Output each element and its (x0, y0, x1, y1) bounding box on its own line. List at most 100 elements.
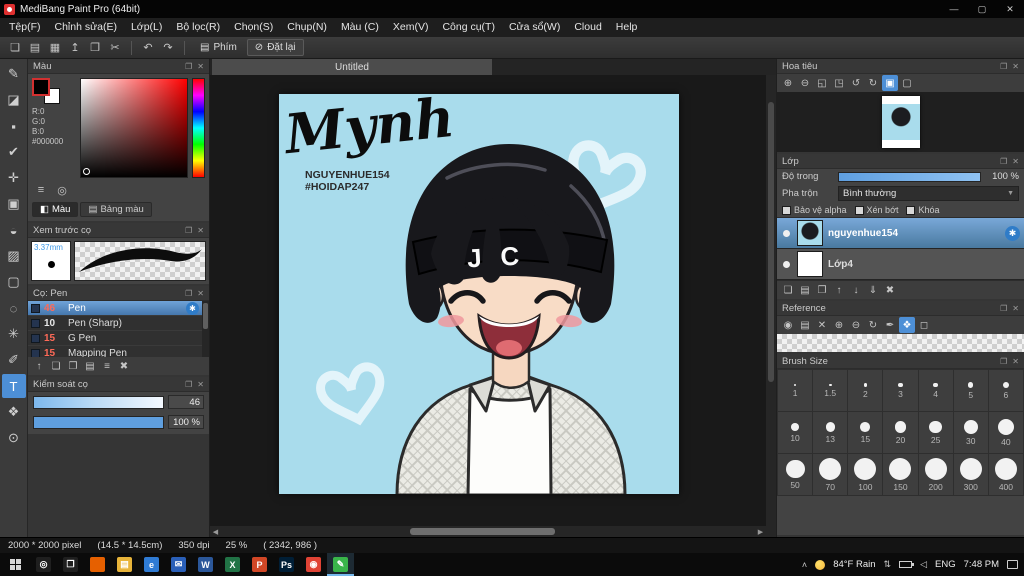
add-brush-icon[interactable]: ❏ (48, 358, 64, 374)
brush-tool[interactable]: ✎ (2, 62, 26, 86)
panel-close-icon[interactable]: ✕ (197, 226, 204, 235)
hscroll-thumb[interactable] (410, 528, 555, 535)
brush-item-pen-sharp-[interactable]: 10 Pen (Sharp) (28, 316, 202, 331)
nav-thumbnail-button[interactable]: ▣ (882, 75, 898, 91)
close-button[interactable]: ✕ (996, 0, 1024, 18)
pen-tool[interactable]: ✐ (2, 348, 26, 372)
brush-folder-icon[interactable]: ▤ (82, 358, 98, 374)
maximize-button[interactable]: ▢ (968, 0, 996, 18)
new-file-icon[interactable]: ❏ (6, 39, 24, 57)
layer-opacity-slider[interactable] (838, 171, 981, 182)
clipping-checkbox[interactable]: Xén bớt (854, 205, 898, 215)
brush-menu-icon[interactable]: ≡ (99, 358, 115, 374)
color-sliders-icon[interactable]: ≡ (32, 181, 50, 199)
add-layer-icon[interactable]: ❏ (780, 282, 796, 298)
cut-icon[interactable]: ✂ (106, 39, 124, 57)
brush-size-30[interactable]: 30 (953, 412, 988, 453)
app-word[interactable]: W (192, 553, 219, 576)
panel-popout-icon[interactable]: ❐ (185, 226, 192, 235)
app-firefox[interactable] (84, 553, 111, 576)
ref-hand-icon[interactable]: ❖ (899, 317, 915, 333)
rotate-left-icon[interactable]: ↺ (848, 75, 864, 91)
saturation-value-picker[interactable] (80, 78, 188, 178)
app-chrome[interactable]: ◉ (300, 553, 327, 576)
canvas-artboard[interactable]: Mynh NGUYENHUE154 #HOIDAP247 (279, 94, 679, 494)
app-photoshop[interactable]: Ps (273, 553, 300, 576)
menu-cloud[interactable]: Cloud (567, 18, 608, 37)
brush-opacity-value[interactable]: 100 % (168, 415, 204, 429)
clear-reference-icon[interactable]: ✕ (814, 317, 830, 333)
export-icon[interactable]: ↥ (66, 39, 84, 57)
rotate-right-icon[interactable]: ↻ (865, 75, 881, 91)
scroll-right-icon[interactable]: ▶ (755, 526, 766, 537)
menu-filter[interactable]: Bộ lọc(R) (169, 18, 227, 37)
foreground-color-swatch[interactable] (32, 78, 50, 96)
move-tool[interactable]: ✛ (2, 166, 26, 190)
merge-layer-icon[interactable]: ⇓ (865, 282, 881, 298)
layer-settings-icon[interactable]: ✱ (1005, 225, 1020, 241)
panel-close-icon[interactable]: ✕ (1012, 157, 1019, 166)
canvas-vscrollbar[interactable] (766, 75, 776, 526)
panel-popout-icon[interactable]: ❐ (1000, 357, 1007, 366)
duplicate-brush-icon[interactable]: ❐ (65, 358, 81, 374)
brush-up-icon[interactable]: ↑ (31, 358, 47, 374)
lock-checkbox[interactable]: Khóa (906, 205, 940, 215)
document-tab[interactable]: Untitled (212, 59, 492, 75)
gradient-tool[interactable]: ▨ (2, 244, 26, 268)
app-cortana[interactable]: ◎ (30, 553, 57, 576)
tab-color[interactable]: ◧ Màu (32, 202, 79, 217)
start-button[interactable] (0, 553, 30, 576)
zoom-fit-icon[interactable]: ◱ (814, 75, 830, 91)
tab-palette[interactable]: ▤ Bảng màu (80, 202, 152, 217)
zoom-in-icon[interactable]: ⊕ (780, 75, 796, 91)
brush-size-10[interactable]: 10 (778, 412, 813, 453)
layer-up-icon[interactable]: ↑ (831, 282, 847, 298)
brush-settings-icon[interactable]: ✱ (186, 301, 199, 315)
brush-size-50[interactable]: 50 (778, 454, 813, 495)
navigator-preview[interactable] (777, 92, 1024, 152)
panel-popout-icon[interactable]: ❐ (1000, 62, 1007, 71)
notification-icon[interactable] (1007, 560, 1018, 569)
brush-list-scrollbar[interactable] (202, 301, 209, 357)
weather-text[interactable]: 84°F Rain (833, 559, 875, 570)
hand-tool[interactable]: ❖ (2, 400, 26, 424)
dot-pen-tool[interactable]: ▪ (2, 114, 26, 138)
panel-close-icon[interactable]: ✕ (197, 62, 204, 71)
menu-snap[interactable]: Chụp(N) (280, 18, 334, 37)
minimize-button[interactable]: — (940, 0, 968, 18)
color-wheel-icon[interactable]: ◎ (53, 181, 71, 199)
language-indicator[interactable]: ENG (935, 559, 956, 570)
menu-color[interactable]: Màu (C) (334, 18, 386, 37)
brush-size-25[interactable]: 25 (918, 412, 953, 453)
brush-size-13[interactable]: 13 (813, 412, 848, 453)
layer-visibility-icon[interactable] (783, 260, 790, 268)
magic-wand-tool[interactable]: ✳ (2, 322, 26, 346)
app-excel[interactable]: X (219, 553, 246, 576)
panel-close-icon[interactable]: ✕ (1012, 304, 1019, 313)
undo-icon[interactable]: ↶ (139, 39, 157, 57)
bucket-tool[interactable]: ◒ (2, 218, 26, 242)
text-tool[interactable]: T (1, 374, 26, 398)
eraser-tool[interactable]: ◪ (2, 88, 26, 112)
menu-select[interactable]: Chọn(S) (227, 18, 280, 37)
menu-tools[interactable]: Công cụ(T) (435, 18, 502, 37)
layer-down-icon[interactable]: ↓ (848, 282, 864, 298)
select-rect-tool[interactable]: ▢ (2, 270, 26, 294)
select-pen-tool[interactable]: ✔ (2, 140, 26, 164)
panel-popout-icon[interactable]: ❐ (1000, 304, 1007, 313)
brush-size-300[interactable]: 300 (953, 454, 988, 495)
panel-close-icon[interactable]: ✕ (1012, 62, 1019, 71)
brush-size-slider[interactable] (33, 395, 164, 409)
zoom-tool[interactable]: ⊙ (2, 426, 26, 450)
brush-item-mapping-pen[interactable]: 15 Mapping Pen (28, 346, 202, 357)
vscroll-thumb[interactable] (768, 102, 774, 382)
panel-close-icon[interactable]: ✕ (197, 380, 204, 389)
scroll-left-icon[interactable]: ◀ (210, 526, 221, 537)
delete-layer-icon[interactable]: ✖ (882, 282, 898, 298)
panel-close-icon[interactable]: ✕ (197, 289, 204, 298)
app-edge[interactable]: e (138, 553, 165, 576)
volume-icon[interactable]: ◁ (920, 559, 927, 570)
brush-size-4[interactable]: 4 (918, 370, 953, 411)
brush-opacity-slider[interactable] (33, 415, 164, 429)
zoom-actual-icon[interactable]: ◳ (831, 75, 847, 91)
